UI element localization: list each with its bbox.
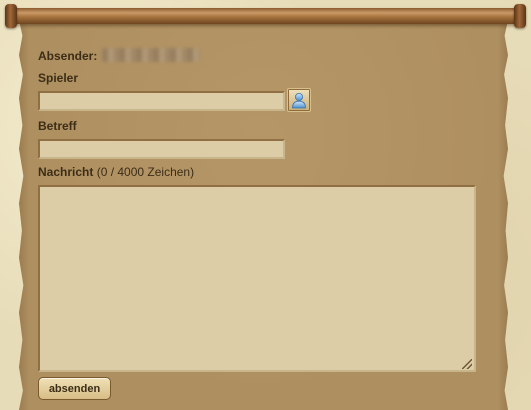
scroll-rod xyxy=(8,8,524,24)
message-label: Nachricht (0 / 4000 Zeichen) xyxy=(38,165,194,179)
scroll-rod-end-right xyxy=(514,4,526,28)
message-char-counter: (0 / 4000 Zeichen) xyxy=(96,165,195,179)
person-icon xyxy=(290,91,308,109)
message-label-text: Nachricht xyxy=(38,165,94,179)
subject-label: Betreff xyxy=(38,119,77,133)
resize-grip-icon[interactable] xyxy=(462,359,472,369)
send-button[interactable]: absenden xyxy=(38,377,111,400)
subject-input[interactable] xyxy=(38,139,285,159)
sender-label: Absender: xyxy=(38,49,98,63)
contact-picker-button[interactable] xyxy=(287,88,311,112)
message-textarea[interactable] xyxy=(38,185,476,372)
sender-name-redacted xyxy=(102,48,200,62)
player-input[interactable] xyxy=(38,91,285,111)
player-label: Spieler xyxy=(38,71,79,85)
scroll-rod-end-left xyxy=(5,4,17,28)
